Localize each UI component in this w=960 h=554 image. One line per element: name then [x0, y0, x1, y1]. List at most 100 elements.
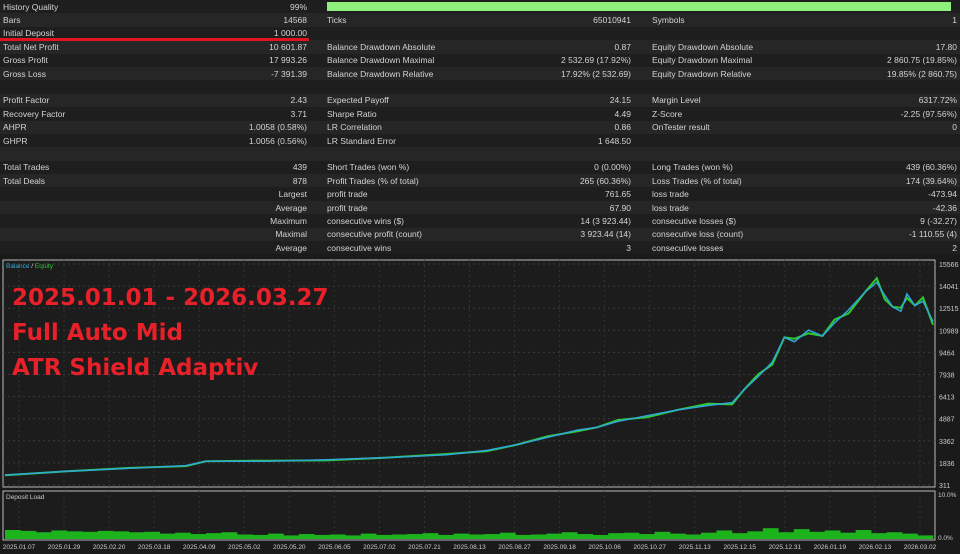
- load-bar: [407, 534, 423, 539]
- stat-label: loss trade: [652, 202, 689, 213]
- stat-label: Short Trades (won %): [327, 162, 410, 173]
- stats-row: Bars 14568 Ticks 65010941 Symbols 1: [0, 13, 960, 27]
- x-tick-label: 2025.07.02: [363, 544, 396, 551]
- stat-label: GHPR: [3, 135, 28, 146]
- y-tick-label: 7938: [939, 373, 955, 380]
- load-bar: [159, 533, 176, 539]
- stats-row: Total Net Profit 10 601.87 Balance Drawdow…: [0, 40, 960, 54]
- x-tick-label: 2026.02.13: [859, 544, 892, 551]
- stat-label: Balance Drawdown Relative: [327, 68, 434, 79]
- stat-label: Recovery Factor: [3, 108, 66, 119]
- stat-value: 3: [626, 242, 631, 253]
- load-bar: [422, 533, 439, 539]
- load-bar: [793, 529, 810, 539]
- load-bar: [175, 532, 191, 539]
- load-bar: [82, 531, 99, 539]
- stat-value: 14 (3 923.44): [580, 215, 631, 226]
- stat-value: 10 601.87: [269, 41, 307, 52]
- load-bar: [391, 534, 408, 539]
- stat-value: 439 (60.36%): [905, 162, 957, 173]
- stat-label: Long Trades (won %): [652, 162, 733, 173]
- stats-row: AHPR 1.0058 (0.58%) LR Correlation 0.86 OnTe…: [0, 120, 960, 134]
- load-bar: [469, 534, 485, 539]
- stat-label: Sharpe Ratio: [327, 108, 377, 119]
- stat-label: Z-Score: [652, 108, 683, 119]
- stats-row: Maximum consecutive wins ($) 14 (3 923.44)…: [0, 214, 960, 228]
- stat-label: OnTester result: [652, 122, 710, 133]
- stat-value: 3.71: [290, 108, 307, 119]
- overlay-strategy-mode: ATR Shield Adaptiv: [12, 355, 259, 381]
- stat-label: Profit Trades (% of total): [327, 175, 419, 186]
- stat-value: 1 648.50: [597, 135, 631, 146]
- stat-value: Average: [275, 202, 307, 213]
- load-bar: [345, 535, 362, 539]
- load-bar: [855, 530, 872, 539]
- load-bar: [902, 533, 918, 539]
- load-bar: [778, 532, 795, 539]
- load-bar: [237, 534, 253, 539]
- stat-value: 67.90: [609, 202, 631, 213]
- x-tick-label: 2025.08.13: [453, 544, 486, 551]
- stat-value: -1 110.55 (4): [908, 229, 957, 240]
- deposit-load-title: Deposit Load: [6, 494, 45, 501]
- stat-value: Maximal: [275, 229, 307, 240]
- load-bar: [809, 531, 826, 539]
- stat-label: AHPR: [3, 122, 27, 133]
- stats-row: Total Deals 878 Profit Trades (% of total)…: [0, 174, 960, 188]
- stats-row: Profit Factor 2.43 Expected Payoff 24.15 Mar…: [0, 93, 960, 108]
- stats-row: Average profit trade 67.90 loss trade -42.36: [0, 200, 960, 215]
- load-bar: [731, 533, 748, 539]
- load-bar: [716, 530, 733, 539]
- stats-row: Recovery Factor 3.71 Sharpe Ratio 4.49 Z-Sco…: [0, 107, 960, 121]
- stat-label: Bars: [3, 15, 21, 26]
- stat-label: Ticks: [327, 15, 347, 26]
- x-tick-label: 2025.10.27: [633, 544, 666, 551]
- stat-label: Symbols: [652, 15, 685, 26]
- load-bar: [917, 535, 934, 539]
- stat-label: Equity Drawdown Absolute: [652, 41, 754, 52]
- x-tick-label: 2025.04.09: [183, 544, 216, 551]
- stat-label: Total Trades: [3, 162, 50, 173]
- y-tick-label: 311: [939, 483, 950, 490]
- stats-row: [0, 147, 960, 161]
- stat-value: 1.0056 (0.56%): [248, 135, 307, 146]
- stat-value: -7 391.39: [271, 68, 307, 79]
- stats-row: GHPR 1.0056 (0.56%) LR Standard Error 1 648…: [0, 133, 960, 148]
- stat-value: 65010941: [593, 15, 631, 26]
- stat-label: profit trade: [327, 202, 368, 213]
- stat-value: 1 000.00: [273, 28, 307, 39]
- stat-value: Largest: [278, 189, 307, 200]
- x-tick-label: 2025.01.07: [3, 544, 36, 551]
- x-tick-label: 2026.03.02: [904, 544, 937, 551]
- stats-row-history-quality: History Quality 99%: [0, 0, 960, 14]
- load-tick-label: 0.0%: [938, 535, 953, 542]
- x-tick-label: 2025.10.06: [588, 544, 621, 551]
- load-bar: [515, 534, 532, 539]
- stat-label: profit trade: [327, 189, 368, 200]
- stats-row: Gross Profit 17 993.26 Balance Drawdown Ma…: [0, 53, 960, 67]
- load-bar: [546, 533, 563, 539]
- load-tick-label: 10.0%: [938, 492, 957, 499]
- y-tick-label: 3362: [939, 439, 955, 446]
- stat-label: consecutive loss (count): [652, 229, 744, 240]
- load-bar: [871, 533, 887, 539]
- load-bar: [206, 533, 222, 539]
- load-bar: [329, 534, 346, 539]
- stat-value: 0: [952, 122, 957, 133]
- y-tick-label: 10989: [939, 328, 959, 335]
- load-bar: [701, 532, 717, 539]
- stat-value: 9 (-32.27): [920, 215, 957, 226]
- stat-value: 439: [292, 162, 307, 173]
- x-tick-label: 2025.08.27: [498, 544, 531, 551]
- y-tick-label: 6413: [939, 395, 955, 402]
- stat-value: 4.49: [614, 108, 631, 119]
- stat-value: 0.86: [614, 122, 631, 133]
- load-bar: [453, 533, 470, 539]
- load-bar: [654, 531, 671, 539]
- load-bar: [20, 530, 37, 539]
- stat-label: Balance Drawdown Absolute: [327, 41, 436, 52]
- stat-label: Gross Profit: [3, 55, 48, 66]
- load-bar: [561, 532, 578, 539]
- stat-label: Gross Loss: [3, 68, 46, 79]
- load-bar: [314, 534, 331, 539]
